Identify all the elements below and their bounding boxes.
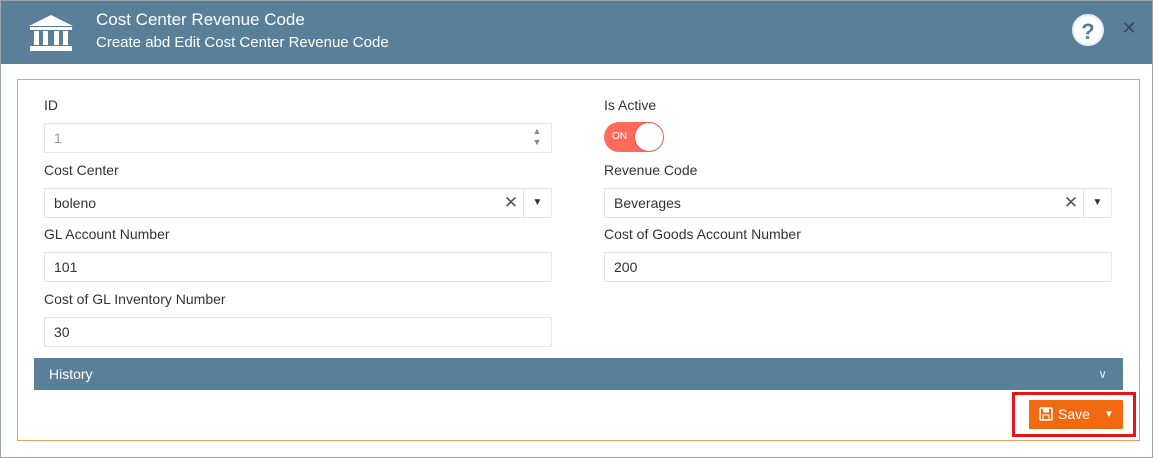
caret-down-icon[interactable]: ▼ bbox=[1104, 400, 1114, 429]
revenue-code-combo[interactable]: Beverages ✕ ▼ bbox=[604, 188, 1112, 218]
clear-icon[interactable]: ✕ bbox=[1063, 189, 1079, 217]
gl-inventory-label: Cost of GL Inventory Number bbox=[44, 291, 226, 307]
cogs-account-value: 200 bbox=[614, 259, 638, 275]
is-active-toggle[interactable]: ON bbox=[604, 122, 664, 152]
id-label: ID bbox=[44, 97, 58, 113]
bank-icon bbox=[29, 15, 73, 51]
gl-account-input[interactable]: 101 bbox=[44, 252, 552, 282]
dialog-header: Cost Center Revenue Code Create abd Edit… bbox=[1, 1, 1152, 64]
chevron-down-icon: ∨ bbox=[1098, 367, 1107, 381]
cogs-account-input[interactable]: 200 bbox=[604, 252, 1112, 282]
history-section-header[interactable]: History ∨ bbox=[34, 358, 1123, 390]
gl-account-label: GL Account Number bbox=[44, 226, 170, 242]
save-label: Save bbox=[1058, 406, 1090, 422]
floppy-disk-icon bbox=[1039, 407, 1053, 421]
caret-down-icon[interactable]: ▼ bbox=[523, 189, 551, 217]
gl-inventory-value: 30 bbox=[54, 324, 70, 340]
history-label: History bbox=[49, 366, 93, 382]
gl-inventory-input[interactable]: 30 bbox=[44, 317, 552, 347]
gl-account-value: 101 bbox=[54, 259, 78, 275]
spinner-icon[interactable]: ▲ ▼ bbox=[531, 126, 543, 150]
cost-center-combo[interactable]: boleno ✕ ▼ bbox=[44, 188, 552, 218]
is-active-label: Is Active bbox=[604, 97, 657, 113]
caret-down-icon[interactable]: ▼ bbox=[1083, 189, 1111, 217]
toggle-knob bbox=[635, 123, 663, 151]
cost-center-value: boleno bbox=[54, 195, 97, 211]
close-icon[interactable]: ✕ bbox=[1119, 18, 1139, 38]
dialog: Cost Center Revenue Code Create abd Edit… bbox=[0, 0, 1153, 458]
id-value: 1 bbox=[54, 130, 62, 146]
clear-icon[interactable]: ✕ bbox=[503, 189, 519, 217]
revenue-code-label: Revenue Code bbox=[604, 162, 698, 178]
save-button[interactable]: Save ▼ bbox=[1029, 400, 1123, 429]
revenue-code-value: Beverages bbox=[614, 195, 681, 211]
dialog-title: Cost Center Revenue Code bbox=[96, 10, 305, 29]
help-icon[interactable]: ? bbox=[1072, 14, 1104, 46]
cogs-account-label: Cost of Goods Account Number bbox=[604, 226, 801, 242]
dialog-subtitle: Create abd Edit Cost Center Revenue Code bbox=[96, 34, 389, 51]
toggle-text: ON bbox=[612, 131, 627, 142]
cost-center-label: Cost Center bbox=[44, 162, 119, 178]
id-input[interactable]: 1 ▲ ▼ bbox=[44, 123, 552, 153]
